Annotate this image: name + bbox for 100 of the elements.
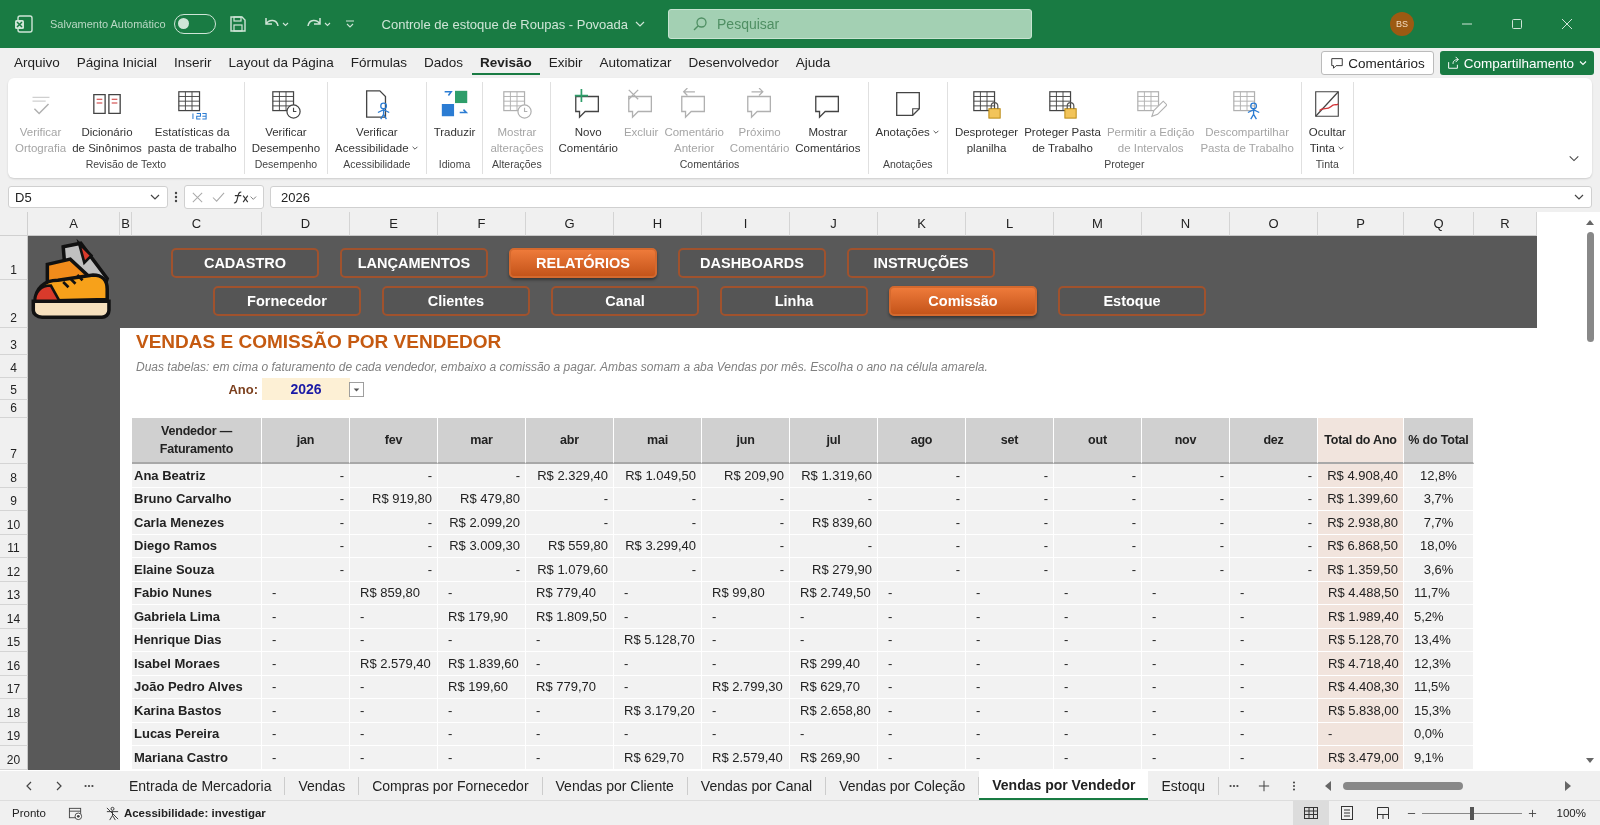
formula-field[interactable]: 2026 (270, 186, 1592, 208)
checkmark-icon[interactable] (212, 190, 225, 204)
ribbon-command[interactable]: Novo Comentário (555, 86, 621, 158)
ribbon-command[interactable]: Anotações (872, 86, 943, 158)
sheet-tab[interactable]: Compras por Fornecedor (359, 776, 543, 795)
name-box[interactable]: D5 (8, 186, 168, 208)
add-sheet-icon[interactable] (1258, 779, 1270, 792)
row-header[interactable]: 14 (0, 605, 28, 629)
share-button[interactable]: Compartilhamento (1439, 51, 1594, 75)
row-header[interactable]: 10 (0, 511, 28, 535)
column-header[interactable]: B (120, 212, 132, 236)
row-header[interactable]: 15 (0, 628, 28, 652)
column-header[interactable]: D (262, 212, 350, 236)
navigation-button[interactable]: Linha (720, 286, 868, 316)
ribbon-command[interactable]: Proteger Pasta de Trabalho (1021, 86, 1104, 158)
zoom-level[interactable]: 100% (1556, 807, 1586, 819)
menu-tab[interactable]: Inserir (166, 51, 220, 75)
menu-tab[interactable]: Revisão (472, 51, 540, 75)
scrollbar-thumb[interactable] (1586, 232, 1594, 342)
save-icon[interactable] (227, 14, 248, 34)
user-avatar[interactable]: BS (1390, 12, 1414, 36)
close-icon[interactable] (1560, 17, 1574, 31)
menu-tab[interactable]: Página Inicial (68, 51, 166, 75)
navigation-button[interactable]: CADASTRO (171, 248, 319, 278)
year-cell[interactable]: 2026 (262, 378, 350, 400)
row-header[interactable]: 4 (0, 355, 28, 378)
column-header[interactable]: A (28, 212, 120, 236)
sheet-tab[interactable]: Vendas por Cliente (542, 776, 688, 795)
maximize-icon[interactable] (1510, 17, 1524, 31)
column-header[interactable]: H (614, 212, 702, 236)
navigation-button[interactable]: Fornecedor (213, 286, 361, 316)
row-header[interactable]: 12 (0, 558, 28, 582)
column-header[interactable]: I (702, 212, 790, 236)
zoom-in-icon[interactable] (1527, 808, 1537, 818)
row-header[interactable]: 16 (0, 652, 28, 676)
row-header[interactable]: 19 (0, 722, 28, 746)
row-header[interactable]: 8 (0, 464, 28, 488)
accessibility-status-button[interactable]: Acessibilidade: investigar (82, 805, 266, 821)
comments-button[interactable]: Comentários (1321, 51, 1434, 75)
row-header[interactable]: 2 (0, 280, 28, 328)
column-header[interactable]: O (1230, 212, 1318, 236)
horizontal-scrollbar[interactable] (1323, 778, 1573, 793)
column-header[interactable]: G (526, 212, 614, 236)
navigation-button[interactable]: Comissão (889, 286, 1037, 316)
navigation-button[interactable]: LANÇAMENTOS (340, 248, 488, 278)
macro-recording-icon[interactable] (67, 805, 83, 821)
navigation-button[interactable]: RELATÓRIOS (509, 248, 657, 278)
column-header[interactable]: R (1474, 212, 1537, 236)
row-header[interactable]: 13 (0, 581, 28, 605)
ribbon-command[interactable]: Estatísticas da pasta de trabalho (144, 86, 240, 158)
sheet-tab[interactable]: Entrada de Mercadoria (116, 776, 286, 795)
document-title[interactable]: Controle de estoque de Roupas - Povoada (381, 16, 647, 32)
ribbon-command[interactable]: Mostrar Comentários (792, 86, 864, 158)
sheet-tab[interactable]: Vendas (285, 776, 360, 795)
menu-tab[interactable]: Fórmulas (342, 51, 415, 75)
navigation-button[interactable]: INSTRUÇÕES (847, 248, 995, 278)
ribbon-command[interactable]: Verificar Desempenho (248, 86, 324, 158)
scroll-down-icon[interactable] (1585, 757, 1595, 765)
row-header[interactable]: 9 (0, 487, 28, 511)
row-header[interactable]: 5 (0, 378, 28, 400)
column-header[interactable]: E (350, 212, 438, 236)
ribbon-command[interactable]: Verificar Acessibilidade (332, 86, 422, 158)
row-header[interactable]: 18 (0, 699, 28, 723)
search-field[interactable]: Pesquisar (668, 9, 1033, 39)
menu-tab[interactable]: Layout da Página (220, 51, 342, 75)
column-header[interactable]: C (132, 212, 262, 236)
row-header[interactable]: 17 (0, 675, 28, 699)
menu-tab[interactable]: Arquivo (6, 51, 68, 75)
normal-view-icon[interactable] (1292, 801, 1329, 825)
row-header[interactable]: 7 (0, 418, 28, 464)
row-header[interactable]: 20 (0, 746, 28, 770)
insert-function-icon[interactable] (233, 190, 257, 204)
menu-tab[interactable]: Dados (415, 51, 471, 75)
row-header[interactable]: 11 (0, 534, 28, 558)
ribbon-command[interactable]: Desproteger planilha (951, 86, 1022, 158)
menu-tab[interactable]: Desenvolvedor (680, 51, 787, 75)
more-options-icon[interactable] (174, 190, 178, 204)
menu-tab[interactable]: Ajuda (787, 51, 839, 75)
column-header[interactable]: F (438, 212, 526, 236)
column-header[interactable]: L (966, 212, 1054, 236)
sheet-tab[interactable]: Estoqu (1148, 776, 1219, 795)
menu-tab[interactable]: Exibir (540, 51, 591, 75)
column-header[interactable]: P (1318, 212, 1404, 236)
row-header[interactable]: 3 (0, 328, 28, 355)
sheet-tab[interactable]: Vendas por Vendedor (979, 771, 1149, 800)
sheet-tab[interactable]: Vendas por Canal (687, 776, 827, 795)
ribbon-command[interactable]: Ocultar Tinta (1305, 86, 1349, 158)
column-header[interactable]: M (1054, 212, 1142, 236)
scroll-up-icon[interactable] (1585, 218, 1595, 226)
menu-tab[interactable]: Automatizar (591, 51, 680, 75)
column-header[interactable]: Q (1404, 212, 1474, 236)
column-header[interactable]: K (878, 212, 966, 236)
row-header[interactable]: 1 (0, 236, 28, 280)
ribbon-command[interactable]: Traduzir (430, 86, 479, 158)
navigation-button[interactable]: Clientes (382, 286, 530, 316)
customize-caret-icon[interactable] (343, 18, 356, 30)
navigation-button[interactable]: DASHBOARDS (678, 248, 826, 278)
navigation-button[interactable]: Estoque (1058, 286, 1206, 316)
column-header[interactable]: N (1142, 212, 1230, 236)
navigation-button[interactable]: Canal (551, 286, 699, 316)
